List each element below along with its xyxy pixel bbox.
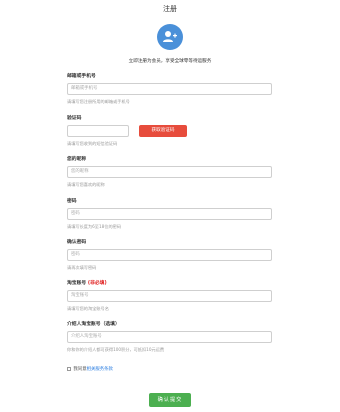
avatar [157,24,183,50]
taobao-field-group: 淘宝账号 (非必填) 淘宝账号 请填写您的淘宝账号名 [67,280,277,312]
confirm-password-hint: 请再次填写密码 [67,265,97,270]
code-field[interactable] [67,125,129,137]
referrer-field-group: 介绍人淘宝账号（选填） 介绍人淘宝账号 你和你的介绍人都可获得100积分，可抵扣… [67,321,277,353]
password-label: 密码 [67,199,77,204]
intro-text: 立即注册为会员，享受全球零等待运服务 [128,59,212,64]
nickname-hint: 请填写您喜欢的昵称 [67,182,105,187]
referrer-label: 介绍人淘宝账号（选填） [67,322,120,327]
agree-checkbox[interactable] [67,366,71,371]
code-label: 验证码 [67,116,82,121]
email-label: 邮箱或手机号 [67,74,96,79]
add-user-icon [163,31,177,42]
taobao-field[interactable]: 淘宝账号 [67,290,272,302]
confirm-password-label: 确认密码 [67,240,87,245]
nickname-field-group: 您的昵称 您的昵称 请填写您喜欢的昵称 [67,156,277,188]
agreement-prefix: 我同意 [73,367,87,372]
confirm-password-field[interactable]: 密码 [67,249,272,261]
email-hint: 请填写您注册所用的邮箱或手机号 [67,99,130,104]
taobao-hint: 请填写您的淘宝账号名 [67,306,109,311]
code-hint: 请填写您收到的短信验证码 [67,141,118,146]
code-field-group: 验证码 获取验证码 请填写您收到的短信验证码 [67,115,277,147]
email-field-group: 邮箱或手机号 邮箱或手机号 请填写您注册所用的邮箱或手机号 [67,73,277,105]
nickname-field[interactable]: 您的昵称 [67,166,272,178]
password-hint: 请填写长度为6至18位的密码 [67,224,122,229]
terms-link[interactable]: 相关服务条款 [87,367,113,372]
optional-badge: (非必填) [87,281,107,286]
nickname-label: 您的昵称 [67,157,87,162]
taobao-label-text: 淘宝账号 [67,281,87,286]
confirm-password-field-group: 确认密码 密码 请再次填写密码 [67,239,277,271]
agreement: 我同意相关服务条款 [67,366,113,372]
taobao-label: 淘宝账号 (非必填) [67,280,277,287]
submit-button[interactable]: 确认提交 [149,393,191,407]
password-field[interactable]: 密码 [67,208,272,220]
page-title: 注册 [163,5,177,13]
email-field[interactable]: 邮箱或手机号 [67,83,272,95]
referrer-hint: 你和你的介绍人都可获得100积分，可抵扣10元运费 [67,347,165,352]
referrer-field[interactable]: 介绍人淘宝账号 [67,331,272,343]
get-code-button[interactable]: 获取验证码 [139,125,187,137]
password-field-group: 密码 密码 请填写长度为6至18位的密码 [67,198,277,230]
